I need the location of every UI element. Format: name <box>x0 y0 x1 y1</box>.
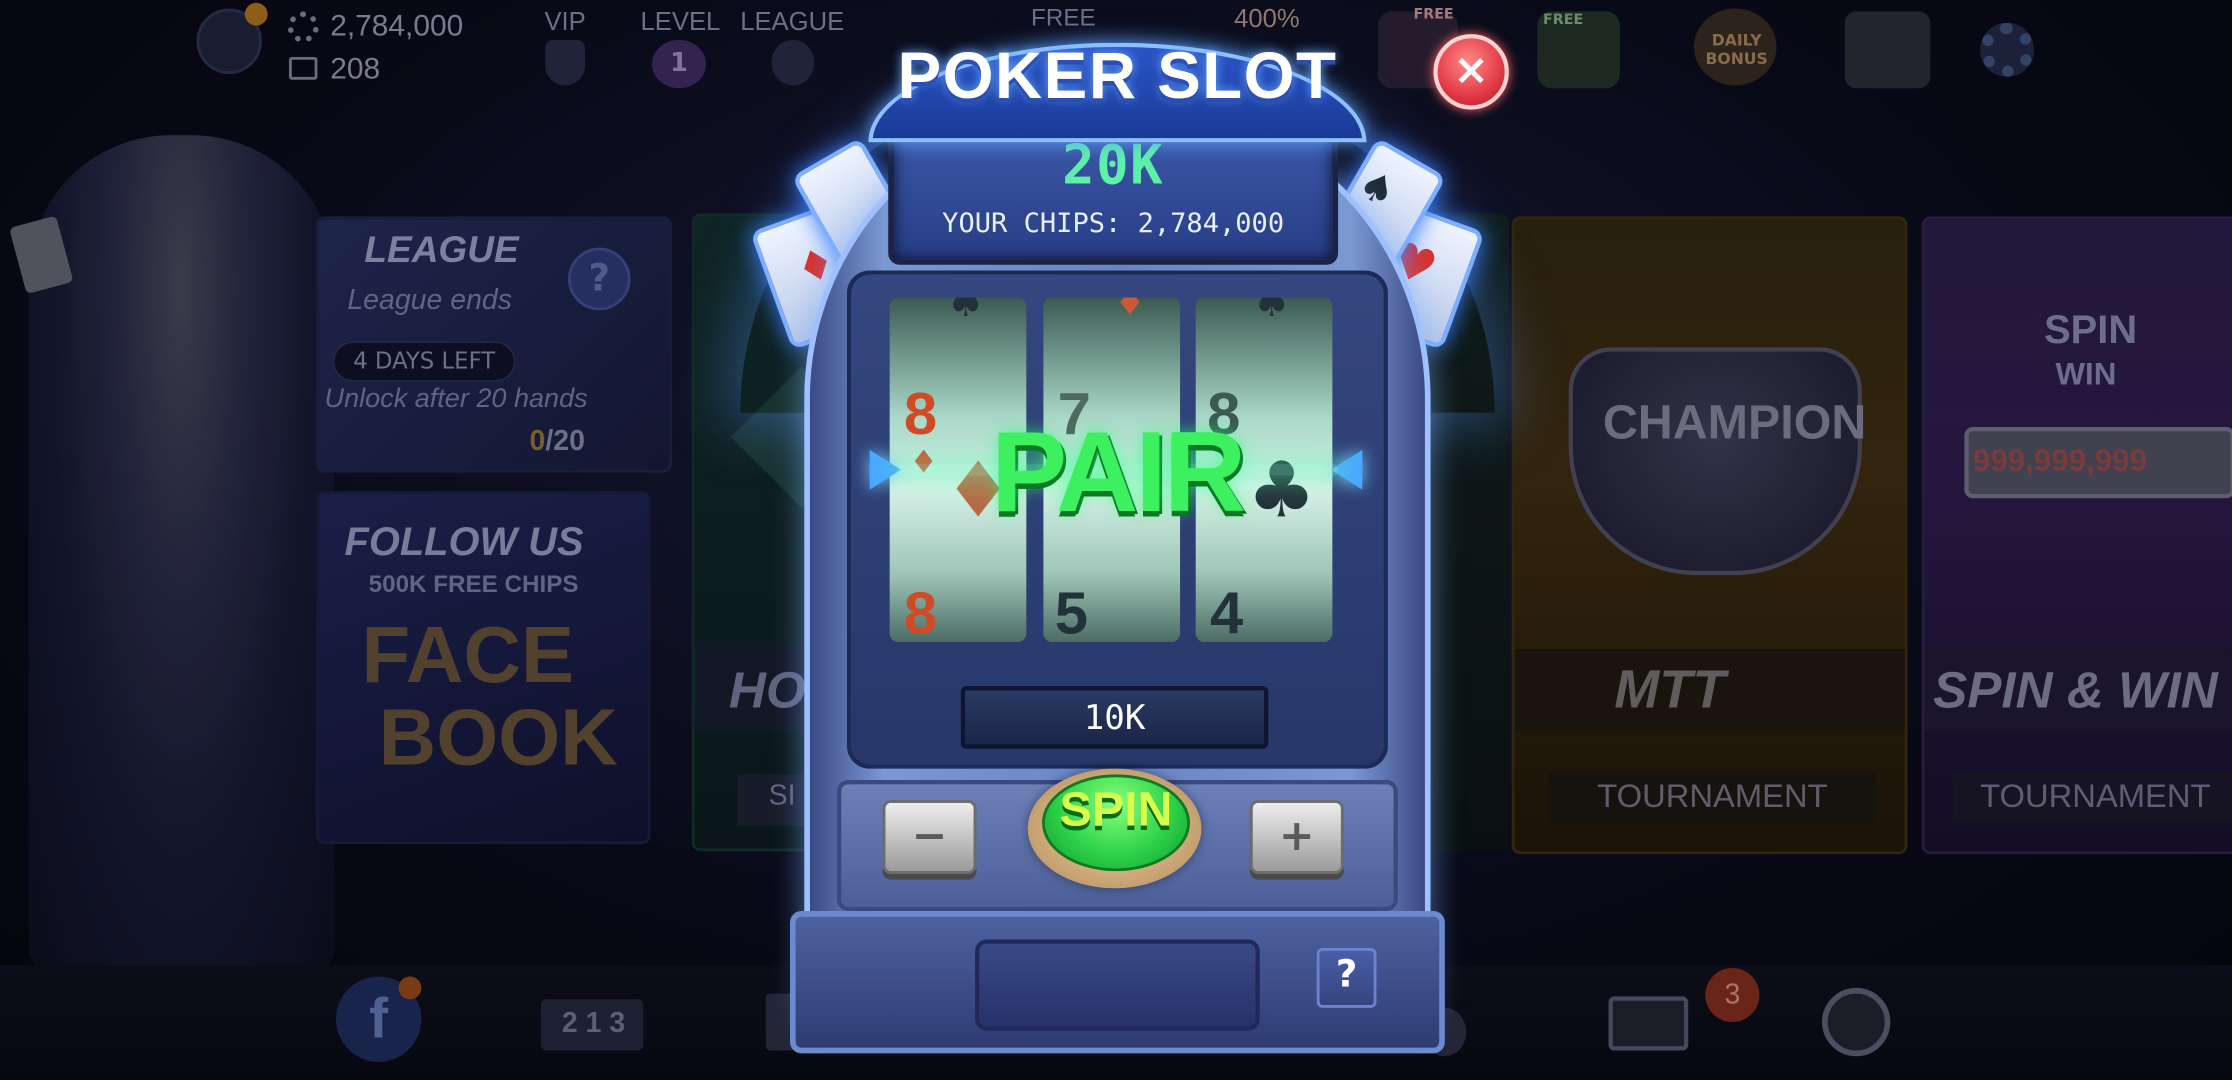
slot-title: POKER SLOT <box>897 38 1338 113</box>
base-slot <box>975 939 1260 1031</box>
reel-3-bottom-rank: 4 <box>1209 579 1244 642</box>
prize-amount: 20K <box>1062 133 1165 197</box>
minus-label: − <box>911 811 948 862</box>
spin-label: SPIN <box>1059 782 1173 837</box>
your-chips-text: YOUR CHIPS: 2,784,000 <box>942 207 1285 240</box>
help-button-label: ? <box>1335 953 1358 997</box>
close-button[interactable]: × <box>1433 34 1509 110</box>
reel-1-top-spade-icon: ♠ <box>946 297 985 328</box>
reel-1-top-rank: 8 <box>903 380 938 447</box>
close-icon: × <box>1453 45 1490 96</box>
decrease-bet-button[interactable]: − <box>882 799 977 875</box>
plus-label: + <box>1278 811 1315 862</box>
reel-2-bottom-rank: 5 <box>1054 579 1089 642</box>
reel-1-bottom-rank: 8 <box>903 579 938 642</box>
result-label: PAIR <box>991 408 1246 536</box>
increase-bet-button[interactable]: + <box>1249 799 1344 875</box>
reel-2-top-diamond-icon: ♦ <box>1114 297 1146 324</box>
bet-value: 10K <box>1083 697 1146 738</box>
reel-3-top-spade-icon: ♠ <box>1252 297 1291 328</box>
